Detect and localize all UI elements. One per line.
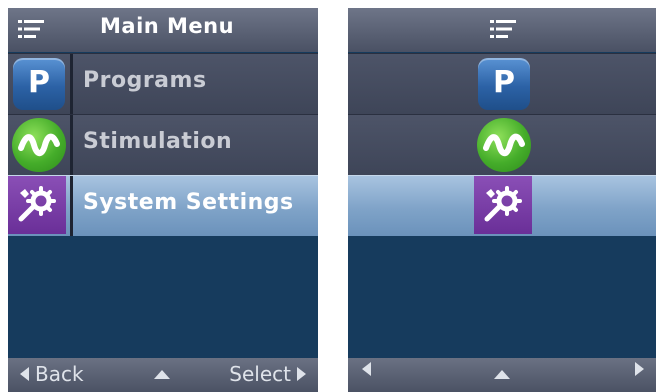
back-button[interactable]: Back xyxy=(20,362,84,386)
main-menu-screen-icons-only: P xyxy=(348,8,656,392)
programs-icon-letter: P xyxy=(28,65,50,100)
back-label: Back xyxy=(35,362,84,386)
stimulation-wave-icon xyxy=(10,117,68,173)
up-button[interactable] xyxy=(494,370,510,379)
footer-bar: Back Select xyxy=(8,358,318,392)
select-button[interactable] xyxy=(635,362,644,376)
menu-item-stimulation[interactable] xyxy=(348,114,656,175)
menu-item-label: Stimulation xyxy=(83,129,233,154)
right-arrow-icon xyxy=(635,362,644,376)
stimulation-wave-icon xyxy=(475,117,533,173)
header-bar: Main Menu xyxy=(8,8,318,52)
menu-item-label: Programs xyxy=(83,68,207,93)
list-menu-icon[interactable] xyxy=(18,19,44,39)
main-menu-screen: Main Menu P Programs Stimulation System … xyxy=(8,8,318,392)
left-arrow-icon xyxy=(20,367,29,381)
up-button[interactable] xyxy=(154,370,170,379)
footer-bar xyxy=(348,358,656,392)
menu-item-programs[interactable]: P xyxy=(348,53,656,114)
page-title: Main Menu xyxy=(100,14,235,38)
up-arrow-icon xyxy=(494,370,510,379)
menu-item-system-settings[interactable] xyxy=(348,175,656,236)
menu-item-system-settings[interactable]: System Settings xyxy=(8,175,318,236)
menu-item-programs[interactable]: P Programs xyxy=(8,53,318,114)
settings-tools-icon xyxy=(474,176,532,234)
left-arrow-icon xyxy=(362,362,371,376)
right-arrow-icon xyxy=(297,367,306,381)
list-menu-icon[interactable] xyxy=(490,19,516,39)
back-button[interactable] xyxy=(362,362,371,376)
menu-item-label: System Settings xyxy=(83,190,294,215)
select-label: Select xyxy=(229,362,291,386)
settings-tools-icon xyxy=(8,176,66,234)
header-bar xyxy=(348,8,656,52)
menu-item-stimulation[interactable]: Stimulation xyxy=(8,114,318,175)
select-button[interactable]: Select xyxy=(229,362,306,386)
programs-p-icon: P xyxy=(475,56,533,112)
programs-p-icon: P xyxy=(10,56,68,112)
programs-icon-letter: P xyxy=(493,65,515,100)
up-arrow-icon xyxy=(154,370,170,379)
